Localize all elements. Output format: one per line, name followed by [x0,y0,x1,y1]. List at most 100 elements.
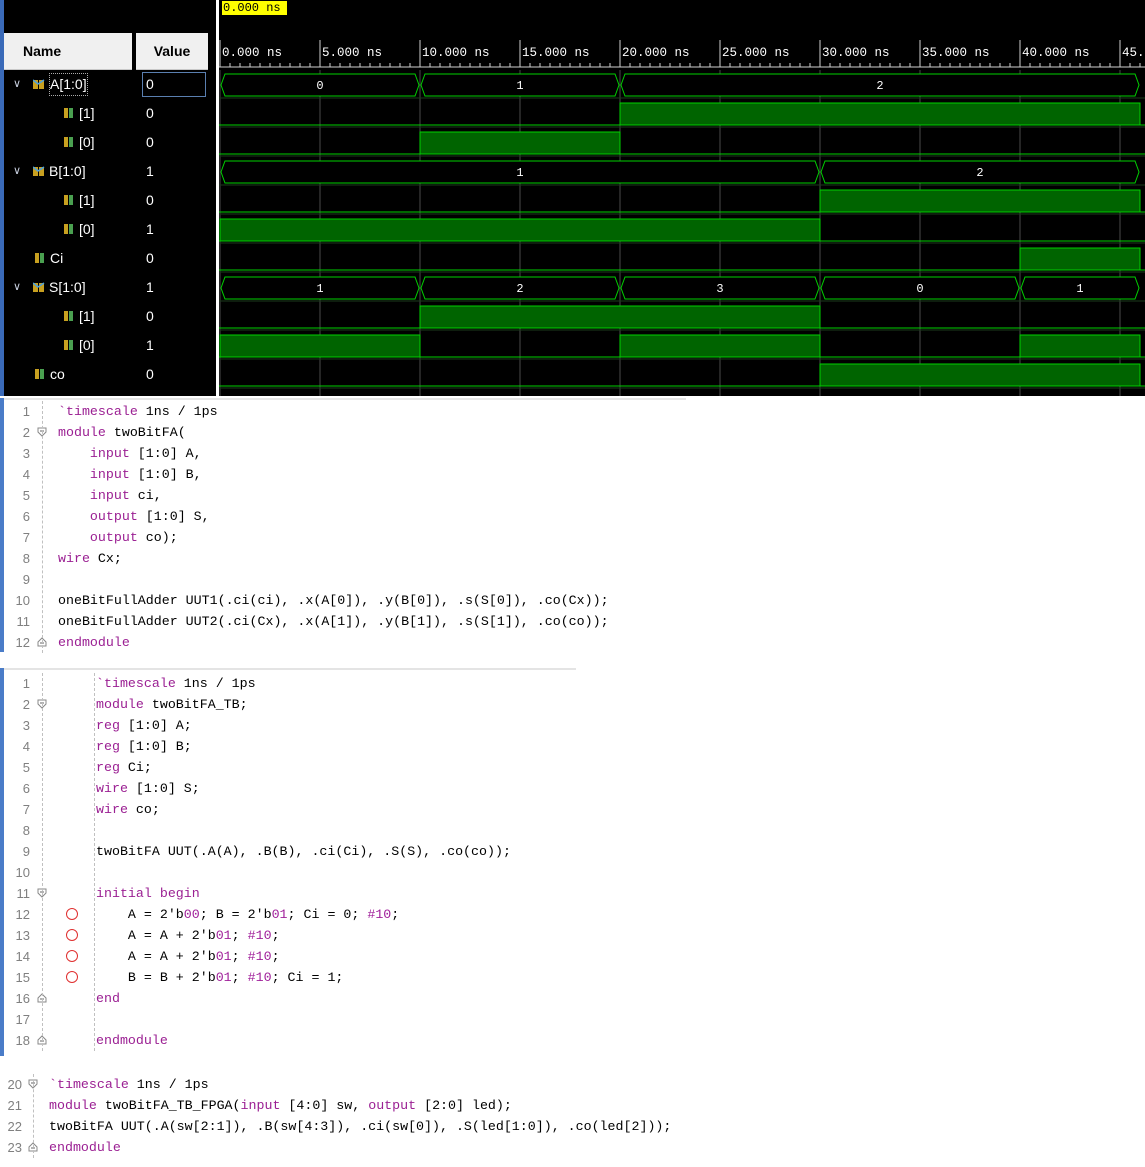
time-tick-label: 20.000 ns [622,46,690,60]
code-line[interactable]: 3 input [1:0] A, [0,443,1145,464]
signal-value: 0 [146,192,154,208]
code-editor-twobitfa-tb-fpga[interactable]: 20 `timescale 1ns / 1ps 21 module twoBitFA_… [0,1072,1145,1167]
code-line[interactable]: 6 output [1:0] S, [0,506,1145,527]
line-number: 23 [7,1140,22,1155]
code-line[interactable]: 17 [0,1009,1145,1030]
breakpoint-icon[interactable] [66,908,78,920]
signal-value: 1 [146,163,154,179]
time-tick-label: 10.000 ns [422,46,490,60]
code-line[interactable]: 13 A = A + 2'b01; #10; [0,925,1145,946]
code-line[interactable]: 4 reg [1:0] B; [0,736,1145,757]
line-number: 11 [16,614,31,629]
code-line[interactable]: 2 module twoBitFA_TB; [0,694,1145,715]
code-line[interactable]: 9 [0,569,1145,590]
expand-chevron-icon[interactable]: ∨ [13,70,21,99]
breakpoint-icon[interactable] [66,950,78,962]
line-number: 18 [15,1033,30,1048]
code-line[interactable]: 2 module twoBitFA( [0,422,1145,443]
signal-row-S10[interactable]: ∨ S[1:0] [4,273,132,302]
expand-chevron-icon[interactable]: ∨ [13,157,21,186]
code-line[interactable]: 20 `timescale 1ns / 1ps [0,1074,1145,1095]
code-line[interactable]: 7 output co); [0,527,1145,548]
bit-signal-icon [64,137,73,147]
code-editor-twobitfa-tb[interactable]: 1 `timescale 1ns / 1ps 2 module twoBitFA_TB… [0,668,1145,1056]
signal-row-Ci[interactable]: Ci [4,244,132,273]
code-line[interactable]: 11 oneBitFullAdder UUT2(.ci(Cx), .x(A[1])… [0,611,1145,632]
expand-chevron-icon[interactable]: ∨ [13,273,21,302]
code-line[interactable]: 12 endmodule [0,632,1145,653]
signal-row-1[interactable]: [1] [4,186,132,215]
editor-top-border [0,668,576,670]
time-tick-label: 40.000 ns [1022,46,1090,60]
code-line[interactable]: 22 twoBitFA UUT(.A(sw[2:1]), .B(sw[4:3]),… [0,1116,1145,1137]
signal-value: 1 [146,337,154,353]
signal-row-1[interactable]: [1] [4,302,132,331]
code-editor-twobitfa[interactable]: 1 `timescale 1ns / 1ps 2 module twoBitFA(3 … [0,398,1145,653]
code-text: module twoBitFA_TB_FPGA(input [4:0] sw, … [49,1098,512,1113]
bus-signal-icon [33,282,45,292]
code-text: A = 2'b00; B = 2'b01; Ci = 0; #10; [96,907,400,922]
time-tick-label: 35.000 ns [922,46,990,60]
time-tick-label: 25.000 ns [722,46,790,60]
code-text: B = B + 2'b01; #10; Ci = 1; [96,970,344,985]
code-line[interactable]: 23 endmodule [0,1137,1145,1158]
code-line[interactable]: 8 wire Cx; [0,548,1145,569]
line-number: 21 [7,1098,22,1113]
code-line[interactable]: 12 A = 2'b00; B = 2'b01; Ci = 0; #10; [0,904,1145,925]
code-text: output co); [89,530,178,545]
waveform-canvas[interactable]: 0.000 ns 5.000 ns 10.000 ns 15.000 ns 20.000… [219,0,1145,396]
signal-name: Ci [50,250,64,266]
code-text: endmodule [58,635,130,650]
code-line[interactable]: 5 reg Ci; [0,757,1145,778]
signal-value: 0 [146,134,154,150]
line-number: 22 [7,1119,22,1134]
line-number: 17 [15,1012,30,1027]
code-line[interactable]: 18 endmodule [0,1030,1145,1051]
code-line[interactable]: 14 A = A + 2'b01; #10; [0,946,1145,967]
code-line[interactable]: 8 [0,820,1145,841]
code-text: end [96,991,120,1006]
code-text: `timescale 1ns / 1ps [96,676,256,691]
signal-row-0[interactable]: [0] [4,215,132,244]
name-column-header[interactable]: Name [4,33,132,70]
signal-row-1[interactable]: [1] [4,99,132,128]
code-line[interactable]: 5 input ci, [0,485,1145,506]
code-line[interactable]: 21 module twoBitFA_TB_FPGA(input [4:0] sw… [0,1095,1145,1116]
code-line[interactable]: 4 input [1:0] B, [0,464,1145,485]
code-line[interactable]: 10 oneBitFullAdder UUT1(.ci(ci), .x(A[0])… [0,590,1145,611]
line-number: 12 [15,635,30,650]
line-number: 2 [22,697,30,712]
breakpoint-icon[interactable] [66,971,78,983]
breakpoint-icon[interactable] [66,929,78,941]
signal-row-0[interactable]: [0] [4,331,132,360]
code-line[interactable]: 6 wire [1:0] S; [0,778,1145,799]
wave-high-pulse [1019,334,1141,358]
code-line[interactable]: 10 [0,862,1145,883]
signal-row-co[interactable]: co [4,360,132,389]
line-number: 12 [15,907,30,922]
code-line[interactable]: 1 `timescale 1ns / 1ps [0,401,1145,422]
code-line[interactable]: 9 twoBitFA UUT(.A(A), .B(B), .ci(Ci), .S(… [0,841,1145,862]
time-tick-label: 15.000 ns [522,46,590,60]
bit-signal-icon [64,108,73,118]
signal-value: 0 [146,105,154,121]
bit-signal-icon [64,311,73,321]
signal-row-B10[interactable]: ∨ B[1:0] [4,157,132,186]
code-line[interactable]: 1 `timescale 1ns / 1ps [0,673,1145,694]
code-text: endmodule [96,1033,168,1048]
bit-signal-icon [35,253,44,263]
waveform-pane[interactable]: 0.000 ns 5.000 ns 10.000 ns 15.000 ns 20.000… [216,0,1145,396]
code-line[interactable]: 16 end [0,988,1145,1009]
bus-value-label: 2 [876,79,883,93]
signal-row-0[interactable]: [0] [4,128,132,157]
code-line[interactable]: 11 initial begin [0,883,1145,904]
code-line[interactable]: 7 wire co; [0,799,1145,820]
code-text: module twoBitFA( [58,425,186,440]
code-text: `timescale 1ns / 1ps [49,1077,209,1092]
wave-high-pulse [819,363,1141,387]
value-column-header[interactable]: Value [136,33,208,70]
code-line[interactable]: 15 B = B + 2'b01; #10; Ci = 1; [0,967,1145,988]
signal-row-A10[interactable]: ∨ A[1:0] [4,70,132,99]
code-line[interactable]: 3 reg [1:0] A; [0,715,1145,736]
bus-value-label: 2 [516,282,523,296]
